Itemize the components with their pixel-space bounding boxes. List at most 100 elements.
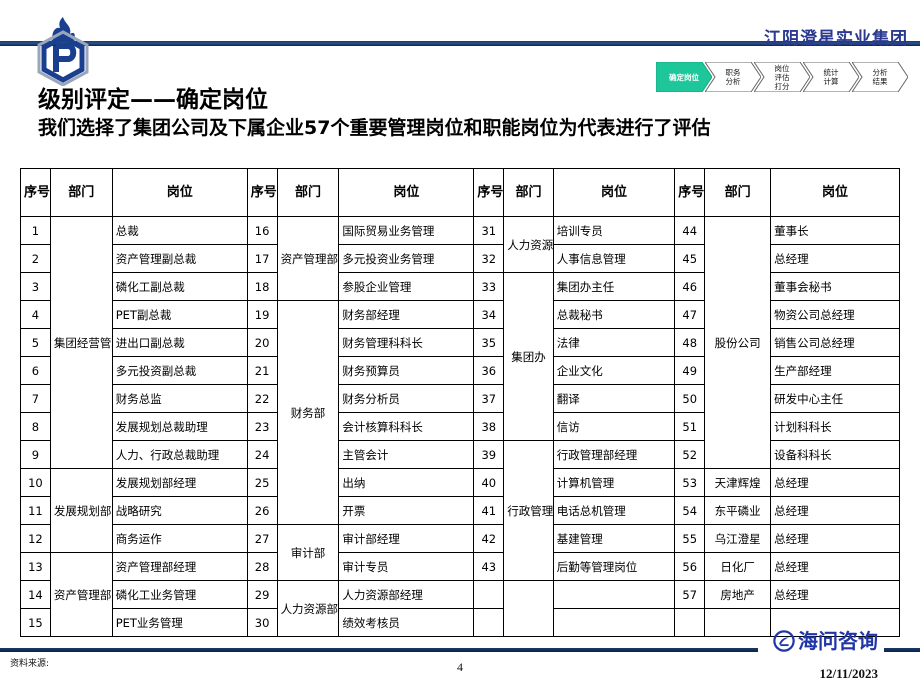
cell-position: 磷化工业务管理 [111,580,248,609]
cell-position: 总经理 [770,524,900,553]
process-step-2[interactable]: 职务 分析 [705,62,761,92]
cell-position: 财务分析员 [338,384,475,413]
cell-department: 房地产 [704,580,772,609]
cell-position: 总裁秘书 [552,300,676,329]
cell-department: 发展规划部 [49,468,113,553]
cell-seq: 7 [20,384,51,413]
slide-title: 级别评定——确定岗位 [38,87,268,113]
cell-seq: 29 [246,580,278,609]
cell-position: 多元投资副总裁 [111,356,248,385]
positions-table-container: 序号 部门 岗位 序号 部门 岗位 序号 部门 岗位 序号 部门 岗位 1 集团经… [20,168,900,637]
process-step-1[interactable]: 确定岗位 [656,62,712,92]
cell-seq: 53 [674,468,706,497]
table-header-row: 序号 部门 岗位 序号 部门 岗位 序号 部门 岗位 序号 部门 岗位 [20,168,900,217]
cell-position: 物资公司总经理 [770,300,900,329]
cell-seq: 24 [246,440,278,469]
header-seq-1: 序号 [20,168,51,217]
process-step-4[interactable]: 统计 计算 [803,62,859,92]
cell-position: 战略研究 [111,496,248,525]
header-seq-4: 序号 [674,168,706,217]
cell-seq: 43 [473,552,505,581]
header-pos-3: 岗位 [552,168,676,217]
cell-position: 审计部经理 [338,524,475,553]
cell-seq: 22 [246,384,278,413]
process-step-5[interactable]: 分析 结果 [852,62,908,92]
cell-position: 出纳 [338,468,475,497]
cell-seq: 50 [674,384,706,413]
positions-table: 序号 部门 岗位 序号 部门 岗位 序号 部门 岗位 序号 部门 岗位 1 集团经… [20,168,900,637]
cell-position [552,580,676,609]
cell-seq: 15 [20,608,51,637]
cell-seq: 26 [246,496,278,525]
cell-seq: 52 [674,440,706,469]
table-row: 10 发展规划部 发展规划部经理 25 出纳 40 计算机管理 53 天津辉煌 总经理 [20,468,900,553]
cell-seq: 25 [246,468,278,497]
cell-position: 财务预算员 [338,356,475,385]
cell-position: 会计核算科科长 [338,412,475,441]
cell-position: 磷化工副总裁 [111,272,248,301]
cell-department: 人力资源部 [276,580,340,637]
header-seq-2: 序号 [246,168,278,217]
footer-divider-rule-right [884,648,920,652]
cell-department: 集团办 [503,272,554,441]
cell-seq: 55 [674,524,706,553]
cell-department: 股份公司 [704,216,772,469]
cell-department [503,580,554,637]
cell-department: 人力资源部 [503,216,554,273]
cell-position [552,608,676,637]
cell-position: 总经理 [770,468,900,497]
cell-seq: 38 [473,412,505,441]
cell-seq: 28 [246,552,278,581]
cell-seq: 49 [674,356,706,385]
header-dept-2: 部门 [276,168,340,217]
cell-seq: 40 [473,468,505,497]
circle-swoosh-logo-icon [773,630,795,652]
table-header: 序号 部门 岗位 序号 部门 岗位 序号 部门 岗位 序号 部门 岗位 [20,168,900,217]
cell-seq: 47 [674,300,706,329]
cell-position: 财务总监 [111,384,248,413]
cell-position: 绩效考核员 [338,608,475,637]
header-pos-2: 岗位 [338,168,475,217]
cell-department: 资产管理部 [49,552,113,637]
page-number: 4 [457,660,463,674]
cell-position: 行政管理部经理 [552,440,676,469]
table-row: 1集团经营管理委员会总裁16资产管理部国际贸易业务管理31人力资源部培训专员44… [20,216,900,469]
cell-position: 进出口副总裁 [111,328,248,357]
cell-seq: 48 [674,328,706,357]
cell-position: 人力、行政总裁助理 [111,440,248,469]
cell-seq: 5 [20,328,51,357]
cell-seq: 57 [674,580,706,609]
cell-position: 主管会计 [338,440,475,469]
cell-position: 国际贸易业务管理 [338,216,475,245]
slide-subtitle: 我们选择了集团公司及下属企业57个重要管理岗位和职能岗位为代表进行了评估 [38,117,711,139]
cell-position: 翻译 [552,384,676,413]
cell-position: PET业务管理 [111,608,248,637]
header-dept-4: 部门 [704,168,772,217]
cell-position: 后勤等管理岗位 [552,552,676,581]
cell-seq [473,580,505,609]
cell-position: 多元投资业务管理 [338,244,475,273]
cell-department: 审计部 [276,524,340,581]
cell-seq: 35 [473,328,505,357]
cell-position: PET副总裁 [111,300,248,329]
table-row: 14 磷化工业务管理 29 人力资源部 人力资源部经理 57 房地产 总经理 [20,580,900,637]
cell-seq: 27 [246,524,278,553]
cell-position: 资产管理副总裁 [111,244,248,273]
cell-seq: 39 [473,440,505,469]
cell-seq: 41 [473,496,505,525]
cell-position: 董事长 [770,216,900,245]
cell-seq: 31 [473,216,505,245]
cell-seq: 1 [20,216,51,245]
cell-position: 总经理 [770,496,900,525]
cell-position: 开票 [338,496,475,525]
cell-department: 资产管理部 [276,216,340,301]
cell-position: 设备科科长 [770,440,900,469]
cell-department [704,608,772,637]
cell-seq: 36 [473,356,505,385]
header-pos-1: 岗位 [111,168,248,217]
footer-divider-rule [0,648,758,652]
header-dept-3: 部门 [503,168,554,217]
process-step-bar: 确定岗位 职务 分析 岗位 评估 打分 统计 计算 分析 结果 [656,62,908,92]
process-step-3[interactable]: 岗位 评估 打分 [754,62,810,92]
cell-position: 财务管理科科长 [338,328,475,357]
